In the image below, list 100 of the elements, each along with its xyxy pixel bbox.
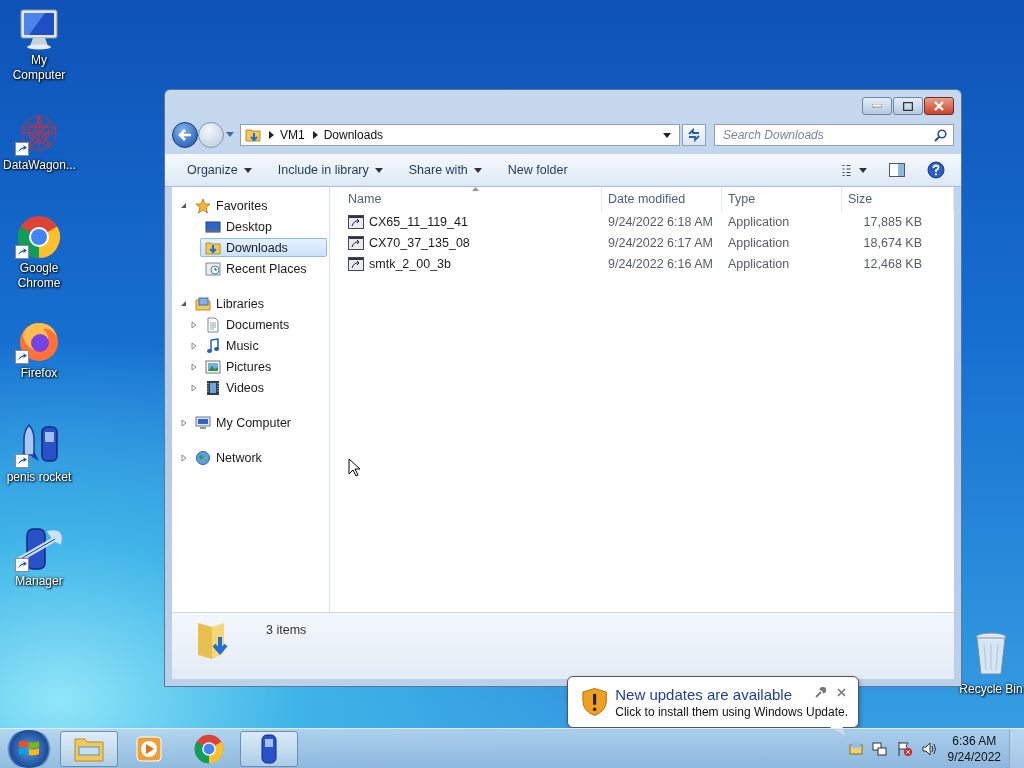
nav-item[interactable]: My Computer: [190, 413, 327, 432]
toolbar-button[interactable]: Include in library: [269, 159, 391, 181]
column-header[interactable]: Date modified: [602, 187, 722, 211]
search-field[interactable]: Search Downloads: [714, 124, 954, 146]
clock-folder-icon: [205, 260, 221, 277]
clock-date: 9/24/2022: [947, 748, 1001, 765]
chrome-logo-icon: [194, 733, 224, 764]
type-cell-text: Application: [727, 214, 791, 229]
refresh-icon: [687, 128, 701, 142]
back-arrow-icon: [177, 128, 193, 142]
desktop-icon: [205, 218, 221, 235]
clock[interactable]: 6:36 AM 9/24/2022: [947, 732, 1001, 765]
desktop-shortcut[interactable]: Google Chrome: [0, 214, 78, 291]
library-icon: [195, 295, 211, 312]
nav-item[interactable]: Downloads: [200, 238, 327, 257]
type-cell-text: Application: [727, 256, 791, 271]
file-name[interactable]: CX70_37_135_08: [369, 235, 470, 250]
close-button[interactable]: [924, 97, 954, 115]
notification-balloon[interactable]: New updates are available Click to install them using Windows Update.: [567, 676, 859, 728]
column-header[interactable]: Name: [342, 187, 602, 211]
wrench-icon[interactable]: [815, 687, 826, 698]
play-button-icon: [135, 734, 163, 763]
help-icon: [927, 161, 945, 179]
maximize-icon: [903, 101, 913, 111]
nav-item[interactable]: Libraries: [190, 294, 327, 313]
application-window-icon: [348, 255, 364, 272]
nav-item[interactable]: Music: [200, 336, 327, 355]
nav-item[interactable]: Favorites: [190, 196, 327, 215]
nav-item[interactable]: Recent Places: [200, 259, 327, 278]
refresh-button[interactable]: [682, 124, 706, 146]
close-icon: [934, 101, 944, 111]
nav-item[interactable]: Desktop: [200, 217, 327, 236]
preview-pane-icon: [889, 163, 905, 177]
network-icon[interactable]: [871, 740, 888, 757]
nav-item[interactable]: Documents: [200, 315, 327, 334]
date-modified-cell-text: 9/24/2022 6:18 AM: [607, 214, 714, 229]
collapse-arrow-icon[interactable]: [180, 299, 188, 308]
network-globe-icon: [195, 449, 211, 466]
computer-icon: [195, 414, 211, 431]
flag-error-icon[interactable]: [896, 740, 913, 757]
type-cell-text: Application: [727, 235, 791, 250]
desktop-shortcut[interactable]: Firefox: [0, 318, 78, 395]
file-name[interactable]: CX65_11_119_41: [369, 214, 468, 229]
back-button[interactable]: [172, 122, 198, 148]
size-cell-text: 18,674 KB: [862, 235, 922, 250]
minimize-icon: [872, 104, 882, 108]
maximize-button[interactable]: [893, 97, 923, 115]
trash-bin-icon: [974, 632, 1008, 676]
caret-icon: [859, 167, 867, 173]
desktop-shortcut[interactable]: My Computer: [0, 6, 78, 83]
notification-title: New updates are available: [615, 685, 792, 703]
taskbar-app-button[interactable]: [240, 730, 298, 767]
notification-message: Click to install them using Windows Update.: [615, 704, 848, 719]
chrome-logo-icon: [17, 214, 61, 259]
close-icon[interactable]: [837, 688, 846, 697]
expand-arrow-icon[interactable]: [180, 453, 188, 462]
recent-pages-caret-icon[interactable]: [226, 132, 234, 138]
desktop-shortcut[interactable]: DataWagon...: [0, 110, 78, 187]
application-window-icon: [348, 234, 364, 251]
toolbar-button[interactable]: New folder: [499, 159, 576, 181]
column-header[interactable]: Type: [722, 187, 842, 211]
nav-item[interactable]: Network: [190, 448, 327, 467]
column-header[interactable]: Size: [842, 187, 954, 211]
size-cell-text: 17,885 KB: [862, 214, 922, 229]
breadcrumb-item[interactable]: VM1: [280, 128, 305, 142]
mouse-pointer-icon: [348, 458, 361, 477]
breadcrumb-item[interactable]: Downloads: [323, 128, 384, 142]
breadcrumb-arrow-icon[interactable]: [312, 131, 318, 139]
expand-arrow-icon[interactable]: [190, 341, 198, 350]
nav-item[interactable]: Pictures: [200, 357, 327, 376]
download-folder-icon: [205, 239, 221, 256]
breadcrumb-arrow-icon[interactable]: [269, 131, 274, 139]
dropdown-caret-icon[interactable]: [663, 132, 671, 138]
folder-icon: [245, 127, 261, 143]
expand-arrow-icon[interactable]: [190, 383, 198, 392]
address-bar[interactable]: VM1 Downloads: [240, 124, 680, 146]
mobile-phone-icon: [261, 733, 277, 764]
speaker-icon[interactable]: [921, 740, 938, 757]
music-note-icon: [205, 337, 221, 354]
warning-shield-icon: [582, 686, 608, 718]
collapse-arrow-icon[interactable]: [180, 201, 188, 210]
document-icon: [205, 316, 221, 333]
size-cell-text: 12,468 KB: [862, 256, 922, 271]
item-count: 3 items: [266, 623, 307, 637]
film-strip-icon: [205, 379, 221, 396]
nav-item[interactable]: Videos: [200, 378, 327, 397]
toolbar-button[interactable]: Share with: [400, 159, 490, 181]
toolbar-button[interactable]: Organize: [179, 159, 260, 181]
details-view-icon: [842, 164, 851, 176]
expand-arrow-icon[interactable]: [190, 320, 198, 329]
picture-icon: [205, 358, 221, 375]
expand-arrow-icon[interactable]: [180, 418, 188, 427]
clock-time: 6:36 AM: [952, 732, 997, 749]
computer-monitor-icon: [17, 7, 61, 50]
search-icon: [934, 128, 947, 142]
file-name[interactable]: smtk_2_00_3b: [369, 256, 451, 271]
star-icon: [195, 197, 211, 214]
expand-arrow-icon[interactable]: [190, 362, 198, 371]
date-modified-cell-text: 9/24/2022 6:16 AM: [607, 256, 714, 271]
date-modified-cell-text: 9/24/2022 6:17 AM: [607, 235, 714, 250]
